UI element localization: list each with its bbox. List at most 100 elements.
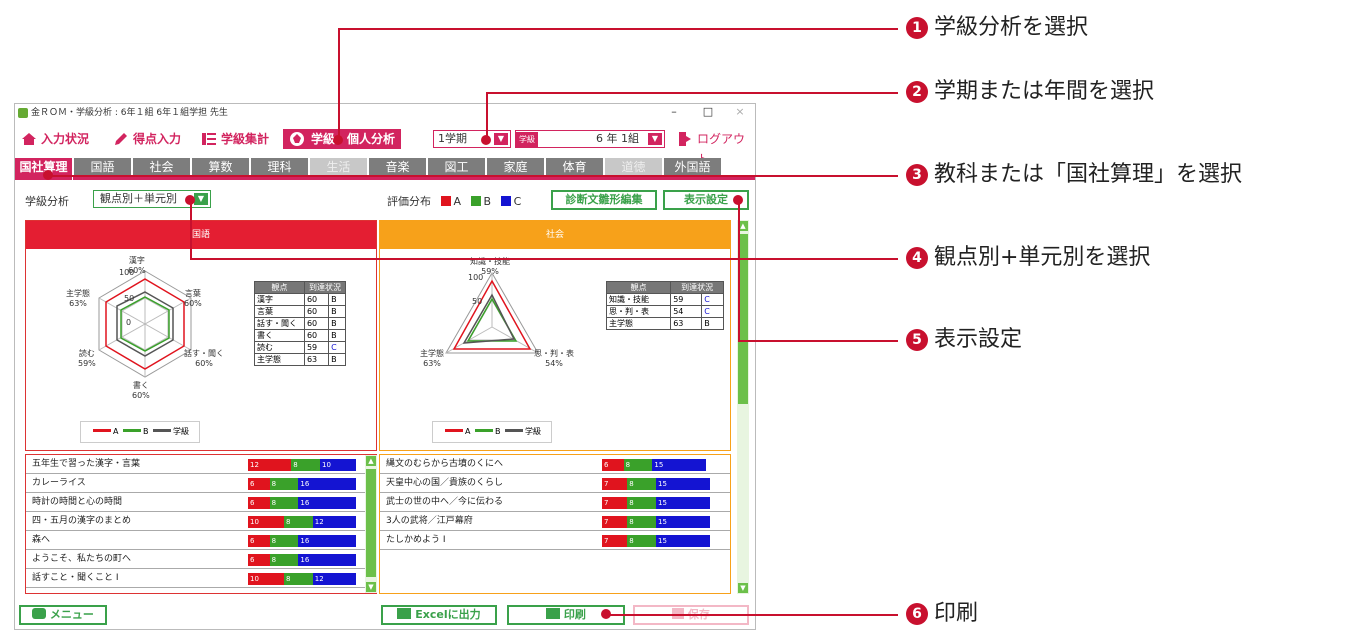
panel-title: 国語	[26, 221, 376, 249]
list-item: カレーライス 6 8 16	[26, 474, 376, 493]
tick-label: 0	[126, 318, 132, 327]
class-analysis-label: 学級分析	[25, 195, 69, 208]
unit-name: 話すこと・聞くこと I	[32, 573, 119, 583]
tab-home[interactable]: 家庭	[487, 158, 545, 176]
tab-foreign[interactable]: 外国語	[664, 158, 722, 176]
scroll-down-icon[interactable]: ▼	[366, 582, 376, 592]
table-icon	[202, 133, 216, 145]
tab-life: 生活	[310, 158, 368, 176]
annotation-1: 1 学級分析を選択	[906, 15, 1088, 41]
bar-segment-a: 7	[602, 516, 628, 528]
radar-label: 書く 60%	[132, 381, 150, 400]
list-item: 話すこと・聞くこと I 10 8 12	[26, 569, 376, 588]
list-item: 3人の武将／江戸幕府 7 8 15	[380, 512, 730, 531]
chevron-down-icon: ▼	[648, 133, 662, 145]
bar-segment-b: 8	[269, 554, 299, 566]
callout-line	[738, 200, 740, 340]
annotation-4: 4 観点別+単元別を選択	[906, 245, 1150, 271]
radar-label: 思・判・表 54%	[534, 349, 574, 368]
logout-icon	[679, 132, 691, 146]
home-icon	[22, 133, 36, 145]
scroll-up-icon[interactable]: ▲	[366, 456, 376, 466]
logout-button[interactable]: ログアウト	[675, 129, 755, 166]
unit-name: 四・五月の漢字のまとめ	[32, 516, 132, 526]
social-unit-list: 縄文のむらから古墳のくにへ 6 8 15 天皇中心の国／貴族のくらし 7 8 15 武士の世の中…	[379, 454, 731, 594]
tab-japanese[interactable]: 国語	[74, 158, 132, 176]
callout-line	[738, 340, 898, 342]
bar-segment-b: 8	[627, 516, 656, 528]
tab-art[interactable]: 図工	[428, 158, 486, 176]
tab-social[interactable]: 社会	[133, 158, 191, 176]
window-title: 金ＲＯＭ・学級分析 : 6年１組 6年１組学担 先生	[31, 108, 228, 118]
callout-dot	[185, 195, 195, 205]
tab-math[interactable]: 算数	[192, 158, 250, 176]
bar-segment-c: 16	[298, 554, 356, 566]
unit-name: たしかめよう I	[386, 535, 446, 545]
toolbar: 入力状況 得点入力 学級集計 学級・個人分析 1学期 ▼ 学級 6 年 1組 ▼ …	[15, 126, 755, 166]
tick-label: 100	[468, 273, 484, 282]
bar-segment-b: 8	[291, 459, 320, 471]
bar-segment-a: 7	[602, 535, 628, 547]
unit-name: 天皇中心の国／貴族のくらし	[386, 478, 504, 488]
unit-name: カレーライス	[32, 478, 86, 488]
bar-segment-c: 12	[312, 516, 356, 528]
term-select[interactable]: 1学期 ▼	[433, 130, 511, 148]
class-select[interactable]: 学級 6 年 1組 ▼	[515, 130, 665, 148]
class-total-button[interactable]: 学級集計	[199, 129, 269, 149]
printer-icon	[546, 608, 561, 619]
radar-label: 主学態 63%	[66, 289, 90, 308]
analysis-icon	[290, 132, 304, 146]
tab-pe[interactable]: 体育	[546, 158, 604, 176]
annotation-6: 6 印刷	[906, 601, 978, 627]
bar-segment-c: 16	[298, 535, 356, 547]
tick-label: 100	[119, 268, 135, 277]
bar-segment-a: 12	[248, 459, 292, 471]
scroll-down-icon[interactable]: ▼	[738, 583, 748, 593]
bar-segment-c: 16	[298, 478, 356, 490]
scroll-thumb[interactable]	[366, 469, 376, 577]
list-scrollbar[interactable]: ▲ ▼	[365, 455, 377, 593]
bar-segment-c: 15	[656, 535, 710, 547]
bar-segment-c: 15	[656, 478, 710, 490]
app-icon	[18, 108, 28, 118]
japanese-unit-list: 五年生で習った漢字・言葉 12 8 10 カレーライス 6 8 16 時計の時間と心の時間 6 8 1…	[25, 454, 377, 594]
edit-template-button[interactable]: 診断文雛形編集	[551, 190, 657, 210]
menu-button[interactable]: メニュー	[19, 605, 107, 625]
score-input-button[interactable]: 得点入力	[111, 129, 181, 149]
list-item: 武士の世の中へ／今に伝わる 7 8 15	[380, 493, 730, 512]
list-item: 天皇中心の国／貴族のくらし 7 8 15	[380, 474, 730, 493]
tab-music[interactable]: 音楽	[369, 158, 427, 176]
bar-segment-a: 10	[248, 516, 284, 528]
close-button[interactable]: ×	[723, 104, 755, 122]
tab-science[interactable]: 理科	[251, 158, 309, 176]
excel-export-button[interactable]: Excelに出力	[381, 605, 497, 625]
annotation-5: 5 表示設定	[906, 327, 1022, 353]
maximize-button[interactable]: □	[691, 104, 725, 122]
unit-name: 3人の武将／江戸幕府	[386, 516, 473, 526]
annotation-3: 3 教科または「国社算理」を選択	[906, 162, 1242, 188]
bar-segment-b: 8	[269, 535, 299, 547]
bar-segment-b: 8	[269, 497, 299, 509]
bar-segment-c: 15	[656, 516, 710, 528]
bar-segment-a: 6	[248, 554, 270, 566]
callout-dot	[733, 195, 743, 205]
bar-segment-a: 6	[602, 459, 624, 471]
minimize-button[interactable]: –	[657, 104, 691, 122]
callout-line	[190, 200, 192, 258]
list-item: 森へ 6 8 16	[26, 531, 376, 550]
tick-label: 50	[124, 294, 135, 303]
bar-segment-b: 8	[627, 478, 656, 490]
chart-legend: A B 学級	[432, 421, 552, 443]
japanese-panel: 国語 漢字 60% 言葉 60% 話す・聞く 60% 書く 60% 読む 59% 主学態 6…	[25, 220, 377, 451]
input-status-button[interactable]: 入力状況	[19, 129, 89, 149]
excel-icon	[397, 608, 412, 619]
radar-label: 言葉 60%	[184, 289, 202, 308]
pencil-icon	[115, 133, 127, 145]
sub-toolbar: 学級分析 観点別＋単元別 ▼ 評価分布 A B C 診断文雛形編集 表示設定	[15, 184, 755, 214]
bar-segment-a: 6	[248, 497, 270, 509]
unit-name: 武士の世の中へ／今に伝わる	[386, 497, 504, 507]
callout-line	[338, 28, 340, 140]
callout-line	[338, 28, 898, 30]
menu-icon	[32, 608, 47, 619]
list-item: 五年生で習った漢字・言葉 12 8 10	[26, 455, 376, 474]
